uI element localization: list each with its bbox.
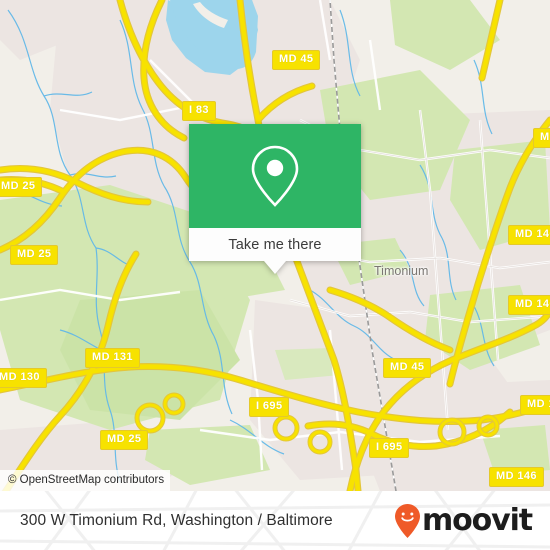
road-shield[interactable]: MD 130 bbox=[0, 368, 47, 388]
popup-cta-bar[interactable]: Take me there bbox=[189, 228, 361, 261]
popup-green-panel bbox=[189, 124, 361, 228]
map-screenshot: Timonium MD 45 I 83 MD MD 25 MD 146 MD 2… bbox=[0, 0, 550, 550]
moovit-wordmark: moovit bbox=[421, 502, 533, 538]
moovit-smiley-pin-icon bbox=[394, 503, 421, 539]
road-shield[interactable]: MD 25 bbox=[10, 245, 59, 265]
road-shield[interactable]: MD bbox=[533, 128, 550, 148]
road-shield[interactable]: MD 45 bbox=[383, 358, 432, 378]
road-shield[interactable]: I 695 bbox=[369, 438, 410, 458]
place-label-timonium: Timonium bbox=[374, 264, 429, 278]
popup-pointer bbox=[264, 261, 286, 274]
take-me-there-popup[interactable]: Take me there bbox=[189, 124, 361, 274]
map-pin-icon bbox=[249, 144, 301, 208]
map-canvas[interactable]: Timonium MD 45 I 83 MD MD 25 MD 146 MD 2… bbox=[0, 0, 550, 491]
road-shield[interactable]: I 695 bbox=[249, 397, 290, 417]
footer-bar: 300 W Timonium Rd, Washington / Baltimor… bbox=[0, 491, 550, 550]
map-attribution[interactable]: © OpenStreetMap contributors bbox=[0, 470, 171, 491]
road-shield[interactable]: MD 146 bbox=[508, 225, 550, 245]
road-shield[interactable]: MD 131 bbox=[85, 348, 140, 368]
moovit-logo[interactable]: moovit bbox=[394, 502, 533, 539]
road-shield[interactable]: MD 146 bbox=[508, 295, 550, 315]
road-shield[interactable]: MD 25 bbox=[100, 430, 149, 450]
popup-cta-label: Take me there bbox=[228, 236, 322, 253]
road-shield[interactable]: MD 146 bbox=[520, 395, 550, 415]
road-shield[interactable]: I 83 bbox=[182, 101, 216, 121]
road-shield[interactable]: MD 45 bbox=[272, 50, 321, 70]
road-shield[interactable]: MD 25 bbox=[0, 177, 43, 197]
address-label: 300 W Timonium Rd, Washington / Baltimor… bbox=[20, 511, 333, 529]
road-shield[interactable]: MD 146 bbox=[489, 467, 544, 487]
